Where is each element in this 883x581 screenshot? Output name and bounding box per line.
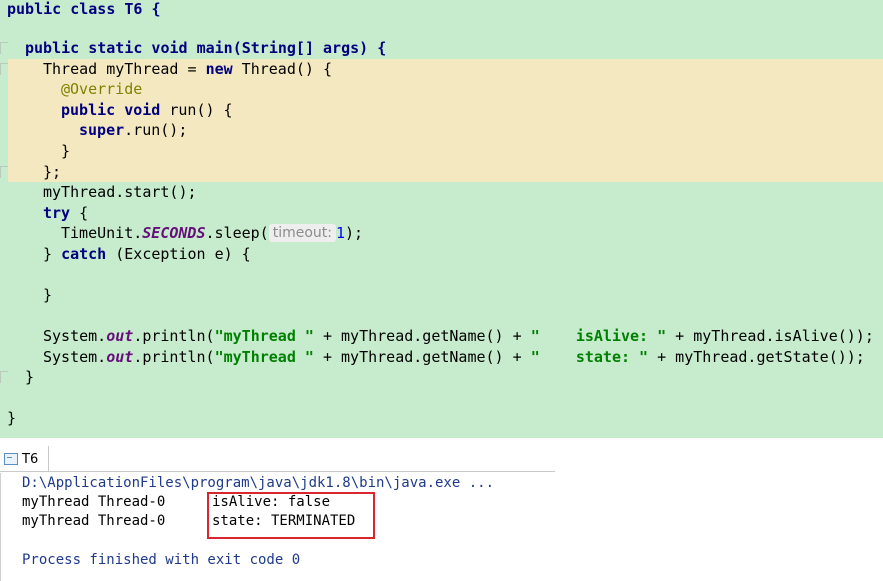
code-keyword: public void [61,101,161,119]
code-text: .run(); [124,121,188,139]
code-text: .println( [133,348,215,366]
console-output-line: myThread Thread-0 [22,513,166,529]
code-text: public class T6 { [7,0,161,18]
code-line-close-anon: }; [43,162,883,183]
console-icon [4,453,18,465]
code-keyword: super [79,121,125,139]
code-text: System. [43,348,107,366]
code-static-field: SECONDS [142,224,206,242]
code-keyword: new [205,60,233,78]
code-number: 1 [336,224,346,242]
code-keyword: catch [61,245,107,263]
code-line-override: @Override [61,79,883,100]
code-text: public static void main(String[] args) { [25,39,387,57]
code-text: } [25,368,35,386]
code-text: { [70,204,89,222]
code-line-try: try { [43,203,883,224]
code-line-close-run: } [61,141,883,162]
code-line-main: public static void main(String[] args) { [25,38,883,59]
code-string: " state: " [530,348,649,366]
console-tab-bar: T6 [0,446,555,472]
code-string: "myThread " [214,327,314,345]
code-line-println-alive: System.out.println("myThread " + myThrea… [43,326,883,347]
code-string: "myThread " [214,348,314,366]
code-keyword: try [43,204,71,222]
tab-label: T6 [22,451,39,467]
tab-run-t6[interactable]: T6 [0,446,50,472]
code-line-thread: Thread myThread = new Thread() { [43,59,883,80]
code-line-class-close: } [7,408,883,429]
code-line-run: public void run() { [61,100,883,121]
code-text: run() { [160,101,233,119]
code-text: + myThread.getState()); [648,348,865,366]
code-text: } [43,245,62,263]
console-exit-line: Process finished with exit code 0 [22,552,301,568]
fold-marker-icon[interactable] [0,63,8,75]
code-text: TimeUnit. [61,224,143,242]
code-text: }; [43,163,62,181]
console-output-line: myThread Thread-0 [22,494,166,510]
code-text: (Exception e) { [106,245,251,263]
fold-marker-icon[interactable] [0,42,8,54]
code-text: } [43,286,53,304]
code-text: System. [43,327,107,345]
code-text: + myThread.getName() + [313,348,531,366]
code-line-sleep: TimeUnit.SECONDS.sleep(timeout: 1); [61,223,883,244]
code-editor[interactable]: public class T6 { public static void mai… [0,0,883,438]
code-text: + myThread.getName() + [313,327,531,345]
code-text: myThread.start(); [43,183,197,201]
code-text: .println( [133,327,215,345]
code-static-field: out [106,348,134,366]
code-text: } [7,409,17,427]
code-line-catch-close: } [43,285,883,306]
code-line-catch: } catch (Exception e) { [43,244,883,265]
code-text: + myThread.isAlive()); [666,327,874,345]
code-text: ); [345,224,364,242]
fold-marker-icon[interactable] [0,166,8,178]
code-annotation: @Override [61,80,143,98]
code-string: " isAlive: " [530,327,667,345]
code-static-field: out [106,327,134,345]
code-line-start: myThread.start(); [43,182,883,203]
parameter-hint: timeout: [268,224,336,242]
fold-marker-icon[interactable] [0,371,8,383]
code-line-super: super.run(); [79,120,883,141]
code-text: Thread myThread = [43,60,206,78]
code-line-println-state: System.out.println("myThread " + myThrea… [43,347,883,368]
console-divider [0,473,1,581]
code-text: Thread() { [232,60,332,78]
code-line-main-close: } [25,367,883,388]
code-text: } [61,142,71,160]
code-line-class: public class T6 { [7,0,883,20]
console-command-line: D:\ApplicationFiles\program\java\jdk1.8\… [22,475,495,491]
code-text: .sleep( [205,224,269,242]
highlight-annotation-box [207,492,375,539]
run-console[interactable]: T6 D:\ApplicationFiles\program\java\jdk1… [0,438,883,581]
